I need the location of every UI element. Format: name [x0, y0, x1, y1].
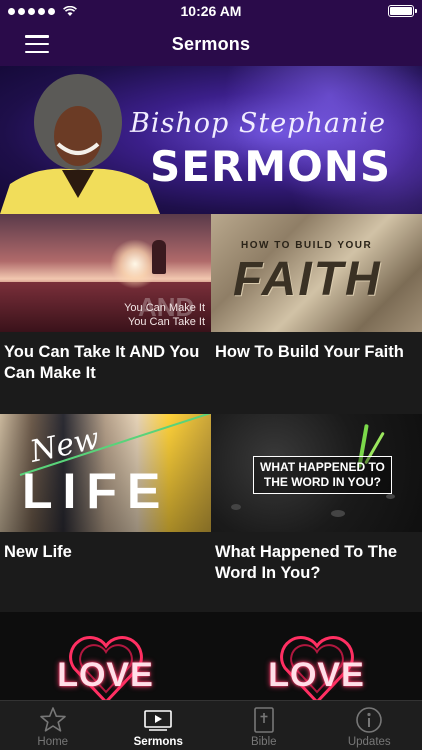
hamburger-menu-icon[interactable]	[25, 35, 49, 53]
battery-icon	[388, 5, 417, 17]
sermon-title: You Can Take It AND You Can Make It	[4, 343, 200, 382]
video-play-icon	[144, 710, 173, 731]
sermon-title: How To Build Your Faith	[215, 343, 404, 361]
sermon-card[interactable]: New LIFE New Life	[0, 414, 211, 612]
tab-home[interactable]: Home	[0, 701, 106, 750]
sermon-thumbnail-text: LOVE	[57, 656, 154, 694]
tab-label: Home	[37, 736, 69, 748]
sermon-thumbnail: AND You Can Make It You Can Take It	[0, 214, 211, 332]
hero-title: SERMONS	[150, 142, 392, 191]
sermon-thumbnail-text: LOVE	[268, 656, 365, 694]
hero-banner[interactable]: Bishop Stephanie SERMONS	[0, 66, 422, 214]
speaker-photo	[0, 74, 160, 214]
tab-sermons[interactable]: Sermons	[106, 701, 212, 750]
tab-bar: Home Sermons Bible Updates	[0, 700, 422, 750]
sermon-thumbnail: WHAT HAPPENED TO THE WORD IN YOU?	[211, 414, 422, 532]
info-icon	[356, 707, 383, 733]
sermon-title: What Happened To The Word In You?	[215, 543, 398, 582]
tab-updates[interactable]: Updates	[317, 701, 422, 750]
sermon-card[interactable]: LOVE	[0, 612, 211, 700]
status-bar: 10:26 AM	[0, 0, 422, 22]
sermon-title: New Life	[4, 543, 72, 561]
sermon-card[interactable]: LOVE	[211, 612, 422, 700]
sermon-card[interactable]: AND You Can Make It You Can Take It You …	[0, 214, 211, 414]
sermon-card[interactable]: WHAT HAPPENED TO THE WORD IN YOU? What H…	[211, 414, 422, 612]
tab-label: Updates	[347, 736, 391, 748]
star-icon	[39, 707, 66, 732]
status-time: 10:26 AM	[180, 3, 242, 19]
hero-subtitle: Bishop Stephanie	[130, 108, 386, 139]
sermon-card[interactable]: HOW TO BUILD YOUR FAITH How To Build You…	[211, 214, 422, 414]
sermon-thumbnail: New LIFE	[0, 414, 211, 532]
tab-label: Bible	[250, 736, 277, 748]
tab-bible[interactable]: Bible	[211, 701, 317, 750]
tab-label: Sermons	[133, 736, 183, 748]
bible-icon	[253, 707, 274, 733]
page-title: Sermons	[171, 33, 251, 54]
sermon-thumbnail: HOW TO BUILD YOUR FAITH	[211, 214, 422, 332]
navigation-bar: Sermons	[0, 22, 422, 66]
